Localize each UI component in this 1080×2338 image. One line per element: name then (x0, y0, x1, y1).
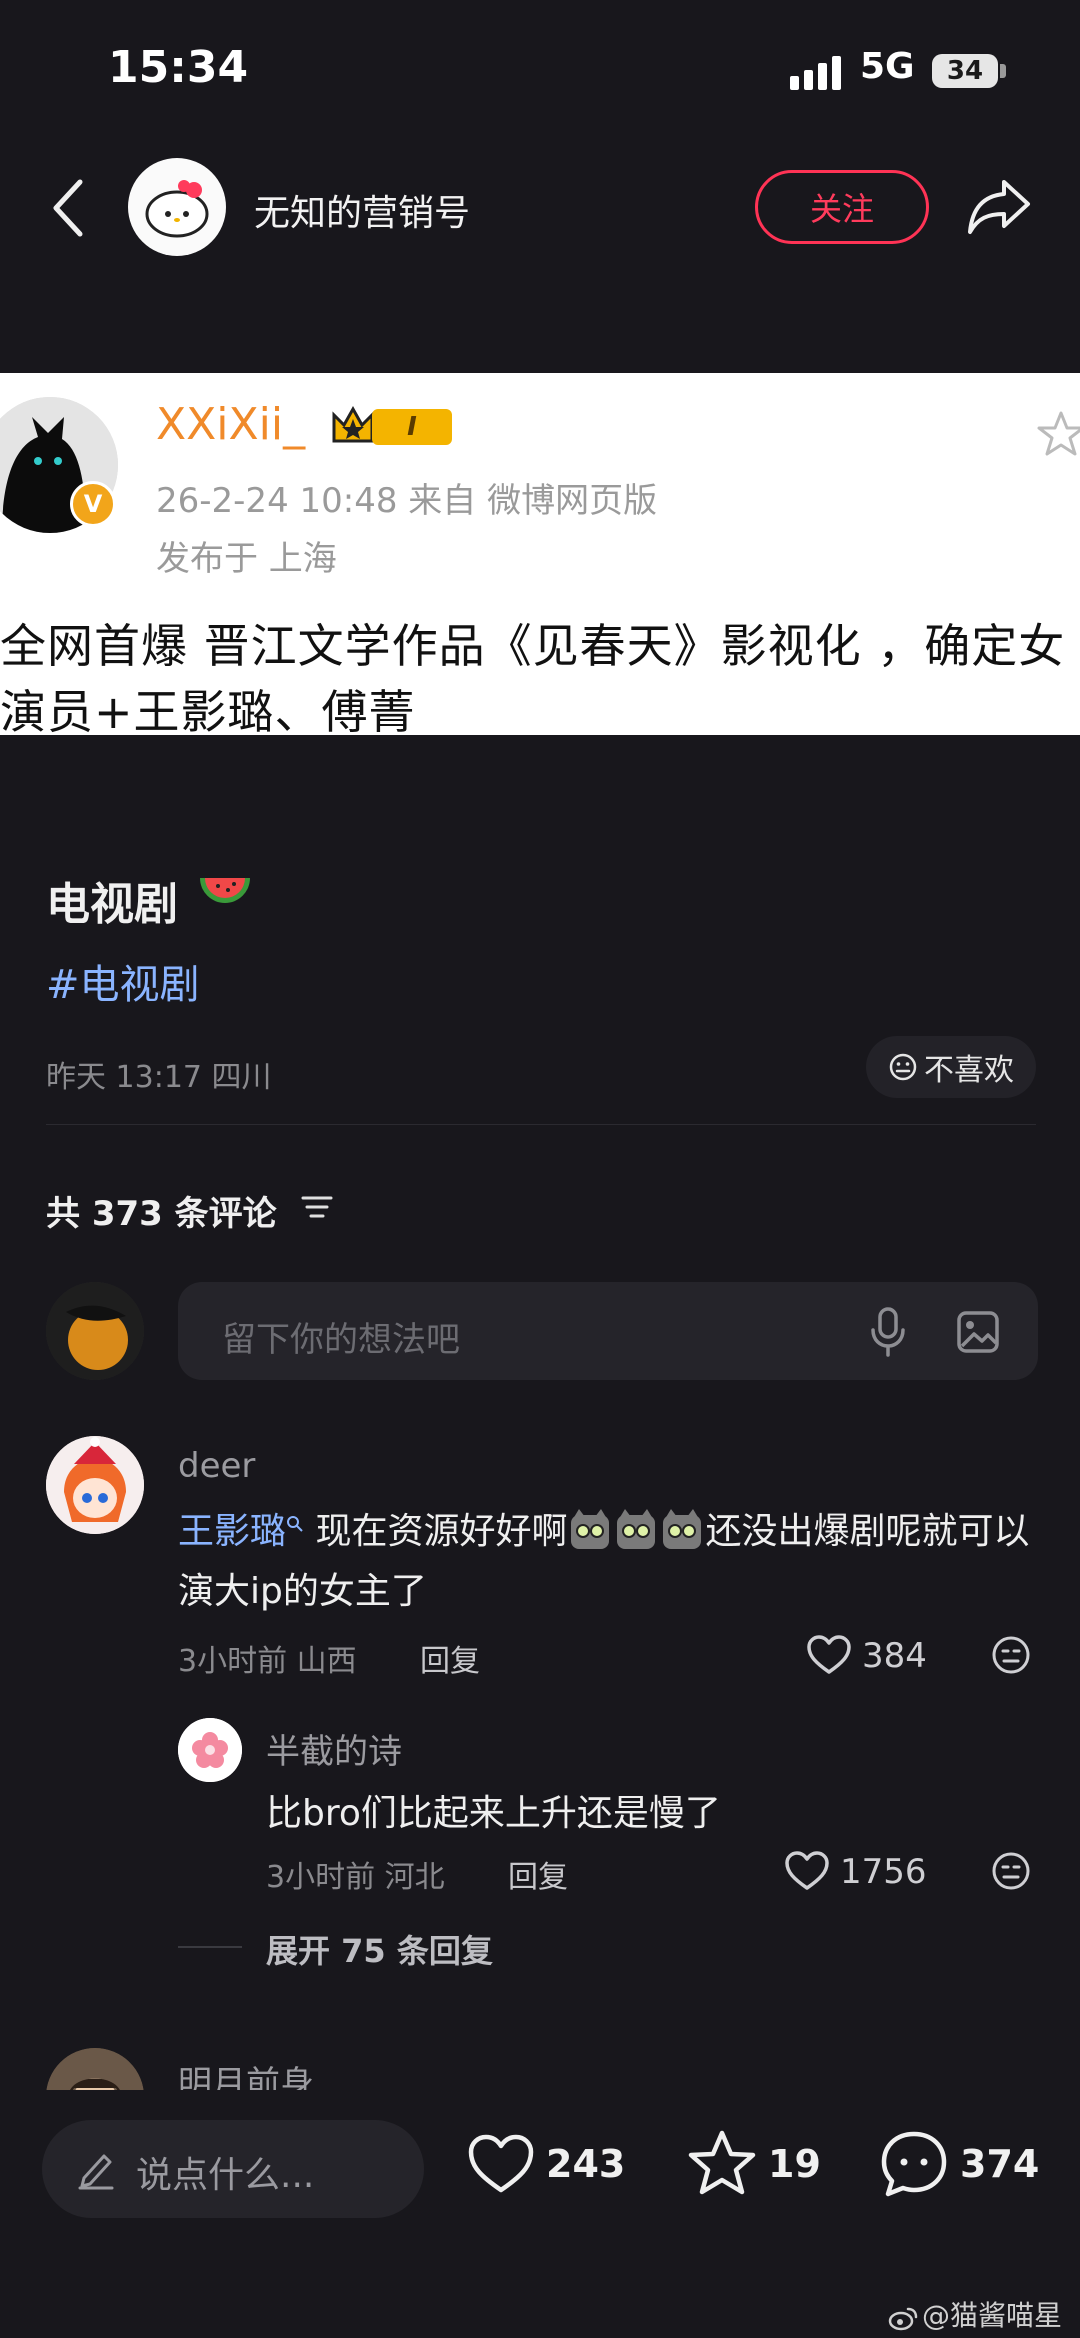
pencil-icon (78, 2154, 114, 2190)
commenter-avatar[interactable] (46, 1436, 144, 1534)
network-type: 5G (860, 46, 915, 87)
watermark-text: @猫酱喵星 (922, 2299, 1063, 2332)
embedded-text: 全网首爆 晋江文学作品《见春天》影视化 ，确定女演员+王影璐、傅菁 (0, 619, 1066, 735)
crown-icon (332, 405, 374, 443)
page-title: 无知的营销号 (254, 193, 471, 234)
like-count: 384 (862, 1636, 927, 1676)
status-time: 15:34 (108, 42, 249, 93)
reply-button[interactable]: 回复 (508, 1852, 568, 1896)
post-meta: 昨天 13:17 四川 (46, 1060, 272, 1095)
follow-button[interactable]: 关注 (755, 170, 929, 244)
reply-button[interactable]: 回复 (420, 1636, 480, 1680)
reply-username[interactable]: 半截的诗 (266, 1724, 402, 1773)
post-star-count: 19 (768, 2142, 821, 2186)
post-title: 电视剧 (46, 879, 178, 930)
comment-text-part: 现在资源好好啊 (315, 1511, 568, 1552)
bottom-input-placeholder: 说点什么... (136, 2155, 315, 2196)
reply-avatar[interactable] (178, 1718, 242, 1782)
battery-tip (1000, 64, 1006, 78)
sort-icon[interactable] (300, 1192, 334, 1222)
dislike-face-icon (889, 1053, 917, 1081)
embedded-username: XXiXii_ (156, 399, 306, 450)
back-icon[interactable] (48, 178, 88, 238)
reply-meta: 3小时前 河北 (266, 1860, 445, 1895)
reply-text: 比bro们比起来上升还是慢了 (266, 1793, 721, 1834)
hashtag-link[interactable]: #电视剧 (46, 952, 200, 1010)
dislike-face-icon[interactable] (990, 1634, 1032, 1676)
like-heart-icon[interactable] (466, 2132, 536, 2196)
comment-count: 共 373 条评论 (46, 1194, 277, 1234)
embedded-meta: 26-2-24 10:48 来自 微博网页版 (156, 481, 658, 521)
comment-input-placeholder: 留下你的想法吧 (222, 1320, 460, 1360)
dislike-button[interactable]: 不喜欢 (866, 1036, 1036, 1098)
image-icon[interactable] (956, 1310, 1000, 1354)
dislike-label: 不喜欢 (924, 1053, 1014, 1088)
favorite-star-icon (1037, 411, 1080, 456)
microphone-icon[interactable] (868, 1306, 908, 1358)
comment-bubble-icon[interactable] (878, 2128, 950, 2200)
mention-search-icon (287, 1516, 303, 1532)
level-badge: I (372, 409, 452, 445)
cat-emoji-icon (617, 1509, 656, 1549)
watermark: @猫酱喵星 (888, 2294, 1062, 2334)
heart-icon[interactable] (806, 1634, 852, 1676)
embedded-location: 发布于 上海 (156, 539, 337, 579)
cat-emoji-icon (663, 1509, 702, 1549)
heart-icon[interactable] (784, 1850, 830, 1892)
dislike-face-icon[interactable] (990, 1850, 1032, 1892)
comment-meta: 3小时前 山西 (178, 1644, 357, 1679)
signal-icon (790, 54, 848, 90)
post-comment-count: 374 (960, 2142, 1040, 2186)
cat-emoji-icon (571, 1509, 610, 1549)
expand-divider (178, 1946, 242, 1948)
verified-badge-icon: V (70, 481, 116, 527)
post-like-count: 243 (546, 2142, 626, 2186)
star-icon[interactable] (686, 2128, 758, 2198)
battery-icon: 34 (932, 54, 998, 88)
my-avatar (46, 1282, 144, 1380)
like-count: 1756 (840, 1852, 927, 1892)
embedded-post-image: V XXiXii_ I 26-2-24 10:48 来自 微博网页版 发布于 上… (0, 373, 1080, 735)
share-icon[interactable] (966, 176, 1032, 236)
comment-text: 王影璐 现在资源好好啊 还没出爆剧呢就可以演大ip的女主了 (178, 1502, 1038, 1622)
watermelon-icon (200, 878, 250, 903)
header-avatar[interactable] (128, 158, 226, 256)
expand-replies-button[interactable]: 展开 75 条回复 (266, 1926, 493, 1972)
weibo-logo-icon (888, 2307, 918, 2331)
mention-link[interactable]: 王影璐 (178, 1511, 286, 1552)
divider (46, 1124, 1036, 1125)
comment-username[interactable]: deer (178, 1446, 255, 1486)
